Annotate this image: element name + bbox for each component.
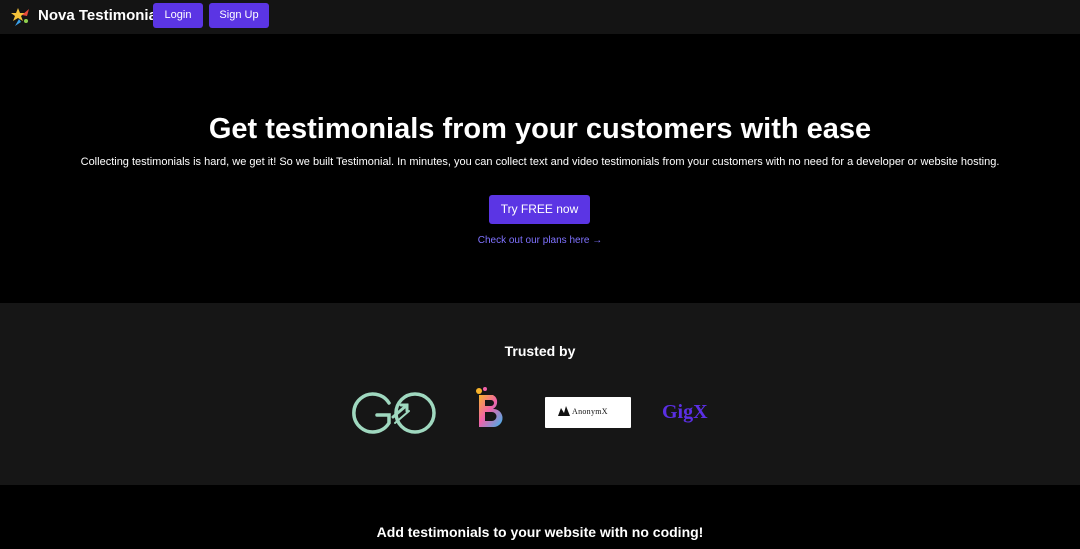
trusted-by-title: Trusted by — [504, 343, 576, 359]
brand-name[interactable]: Nova Testimonial — [38, 6, 161, 26]
no-coding-title: Add testimonials to your website with no… — [376, 524, 704, 540]
try-free-button[interactable]: Try FREE now — [489, 195, 590, 224]
gigx-logo: GigX — [662, 401, 708, 423]
hero-section: Get testimonials from your customers wit… — [0, 34, 1080, 303]
login-button[interactable]: Login — [153, 3, 203, 28]
top-nav: Nova Testimonial Login Sign Up — [0, 0, 1080, 34]
hero-title: Get testimonials from your customers wit… — [208, 113, 872, 145]
go-logo — [349, 391, 439, 435]
trusted-by-section: Trusted by AnonymX GigX — [0, 303, 1080, 485]
anonymx-logo-text: AnonymX — [572, 407, 608, 416]
signup-button[interactable]: Sign Up — [209, 3, 269, 28]
hero-subtitle: Collecting testimonials is hard, we get … — [80, 156, 1000, 168]
rocket-star-icon[interactable] — [10, 6, 32, 28]
plans-link[interactable]: Check out our plans here → — [0, 234, 1080, 247]
no-coding-section: Add testimonials to your website with no… — [0, 485, 1080, 549]
anonymx-logo: AnonymX — [545, 397, 631, 428]
b-logo — [471, 385, 509, 431]
